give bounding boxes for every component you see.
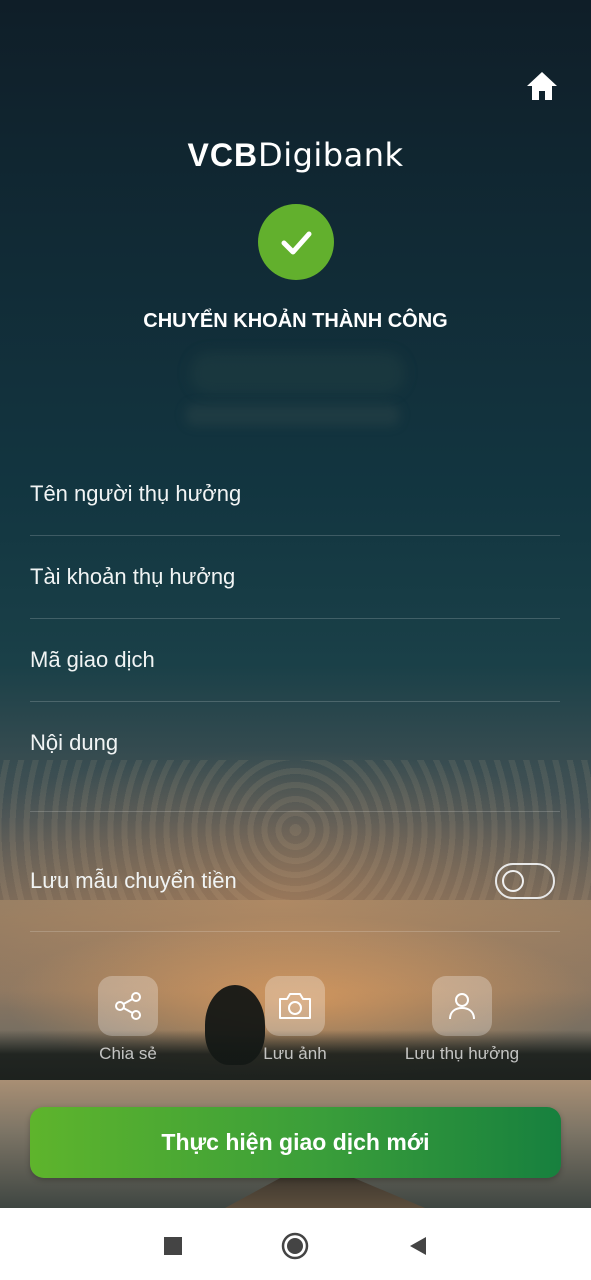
android-home-button[interactable] bbox=[277, 1228, 313, 1264]
save-beneficiary-button[interactable]: Lưu thụ hưởng bbox=[392, 976, 532, 1064]
camera-icon-box bbox=[265, 976, 325, 1036]
triangle-back-icon bbox=[410, 1237, 426, 1255]
detail-row-beneficiary-name: Tên người thụ hưởng bbox=[30, 453, 560, 536]
new-transaction-button[interactable]: Thực hiện giao dịch mới bbox=[30, 1107, 561, 1178]
share-icon-box bbox=[98, 976, 158, 1036]
beneficiary-account-label: Tài khoản thụ hưởng bbox=[30, 564, 236, 589]
person-icon bbox=[449, 993, 475, 1020]
logo-digibank-text: Digibank bbox=[258, 136, 404, 174]
blurred-datetime bbox=[185, 404, 400, 426]
save-template-label: Lưu mẫu chuyển tiền bbox=[30, 867, 237, 893]
home-icon bbox=[527, 72, 557, 100]
save-beneficiary-label: Lưu thụ hưởng bbox=[404, 1044, 520, 1063]
home-button[interactable] bbox=[524, 68, 560, 104]
detail-row-transaction-code: Mã giao dịch bbox=[30, 619, 560, 702]
save-image-label: Lưu ảnh bbox=[263, 1044, 327, 1063]
transfer-status-title: CHUYỂN KHOẢN THÀNH CÔNG bbox=[143, 310, 448, 332]
share-label: Chia sẻ bbox=[99, 1044, 157, 1063]
camera-icon bbox=[279, 993, 311, 1019]
vcb-digibank-logo: VCBDigibank bbox=[0, 136, 591, 174]
transaction-details: Tên người thụ hưởng Tài khoản thụ hưởng … bbox=[30, 453, 560, 812]
recents-button[interactable] bbox=[155, 1228, 191, 1264]
detail-row-content: Nội dung bbox=[30, 702, 560, 812]
transfer-success-screen: VCBDigibank CHUYỂN KHOẢN THÀNH CÔNG Tên … bbox=[0, 0, 591, 1208]
person-icon-box bbox=[432, 976, 492, 1036]
beneficiary-name-label: Tên người thụ hưởng bbox=[30, 481, 242, 506]
circle-home-icon bbox=[281, 1232, 309, 1260]
save-image-button[interactable]: Lưu ảnh bbox=[225, 976, 365, 1064]
share-button[interactable]: Chia sẻ bbox=[58, 976, 198, 1064]
save-template-row: Lưu mẫu chuyển tiền bbox=[30, 830, 560, 932]
share-icon bbox=[115, 992, 141, 1020]
detail-row-beneficiary-account: Tài khoản thụ hưởng bbox=[30, 536, 560, 619]
blurred-amount bbox=[190, 352, 405, 394]
success-check-badge bbox=[258, 204, 334, 280]
save-template-toggle[interactable] bbox=[495, 862, 555, 899]
content-label: Nội dung bbox=[30, 730, 119, 755]
back-button[interactable] bbox=[400, 1228, 436, 1264]
toggle-knob bbox=[502, 869, 524, 892]
square-icon bbox=[164, 1237, 182, 1255]
quick-actions: Chia sẻ Lưu ảnh Lưu thụ hưởng bbox=[0, 976, 591, 1071]
logo-vcb-text: VCB bbox=[187, 137, 259, 173]
check-icon bbox=[281, 231, 312, 255]
android-navigation-bar bbox=[0, 1208, 591, 1280]
transaction-code-label: Mã giao dịch bbox=[30, 647, 155, 672]
